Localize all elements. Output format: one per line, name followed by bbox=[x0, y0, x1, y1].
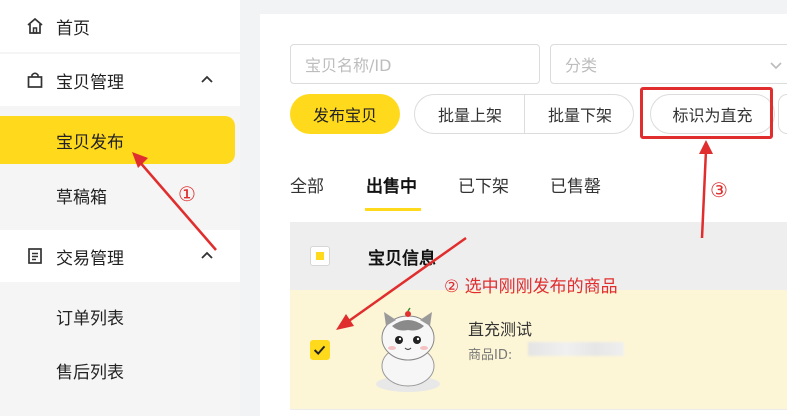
next-button-edge[interactable] bbox=[778, 94, 787, 134]
sidebar-item-label: 交易管理 bbox=[56, 248, 124, 269]
chevron-up-icon bbox=[201, 251, 213, 259]
sidebar-item-label: 订单列表 bbox=[56, 308, 124, 329]
tab-sold-out[interactable]: 已售罄 bbox=[550, 172, 601, 197]
bulk-delist-button[interactable]: 批量下架 bbox=[530, 95, 630, 133]
sidebar-item-trade-management[interactable]: 交易管理 bbox=[0, 230, 240, 282]
sidebar-item-after-sales[interactable]: 售后列表 bbox=[0, 344, 240, 396]
active-tab-indicator bbox=[365, 208, 421, 211]
sidebar-item-label: 首页 bbox=[56, 18, 90, 39]
checkmark-icon bbox=[313, 345, 326, 356]
product-image bbox=[376, 307, 440, 392]
tab-delisted[interactable]: 已下架 bbox=[458, 172, 509, 197]
sidebar-item-drafts[interactable]: 草稿箱 bbox=[0, 169, 240, 221]
product-name-search-input[interactable]: 宝贝名称/ID bbox=[290, 44, 540, 84]
column-header-product-info: 宝贝信息 bbox=[368, 249, 436, 269]
sidebar-item-label: 宝贝发布 bbox=[56, 132, 124, 153]
row-checkbox[interactable] bbox=[310, 340, 330, 360]
tab-on-sale[interactable]: 出售中 bbox=[366, 172, 417, 197]
tab-all[interactable]: 全部 bbox=[290, 172, 324, 197]
category-placeholder: 分类 bbox=[565, 56, 598, 75]
checkbox-indeterminate-mark bbox=[316, 252, 324, 260]
product-title[interactable]: 直充测试 bbox=[468, 316, 532, 340]
sidebar-item-label: 售后列表 bbox=[56, 362, 124, 383]
bag-icon bbox=[27, 72, 43, 88]
table-row[interactable]: 直充测试 商品ID: bbox=[290, 290, 787, 410]
sidebar-item-home[interactable]: 首页 bbox=[0, 0, 240, 52]
chevron-up-icon bbox=[201, 75, 213, 83]
annotation-highlight-box bbox=[640, 87, 773, 139]
chevron-down-icon bbox=[770, 62, 782, 70]
select-all-checkbox[interactable] bbox=[310, 246, 330, 266]
sidebar-item-publish-product[interactable]: 宝贝发布 bbox=[0, 114, 240, 166]
sidebar-item-label: 宝贝管理 bbox=[56, 72, 124, 93]
annotation-step-1: ① bbox=[178, 182, 196, 206]
product-name-placeholder: 宝贝名称/ID bbox=[305, 56, 392, 75]
home-icon bbox=[27, 17, 43, 34]
bulk-list-button[interactable]: 批量上架 bbox=[420, 95, 520, 133]
category-select[interactable]: 分类 bbox=[550, 44, 787, 84]
sidebar: 首页 宝贝管理 宝贝发布 草稿箱 交易管理 订单列表 售后列表 bbox=[0, 0, 240, 416]
annotation-step-3: ③ bbox=[710, 178, 728, 202]
button-divider bbox=[524, 95, 525, 133]
publish-product-button[interactable]: 发布宝贝 bbox=[290, 94, 400, 134]
product-id-redacted bbox=[528, 342, 624, 356]
document-icon bbox=[28, 248, 42, 264]
sidebar-item-orders[interactable]: 订单列表 bbox=[0, 290, 240, 342]
sidebar-item-product-management[interactable]: 宝贝管理 bbox=[0, 54, 240, 106]
sidebar-item-label: 草稿箱 bbox=[56, 187, 107, 208]
annotation-step-2: ② 选中刚刚发布的商品 bbox=[444, 277, 618, 297]
product-id-label: 商品ID: bbox=[468, 348, 513, 363]
